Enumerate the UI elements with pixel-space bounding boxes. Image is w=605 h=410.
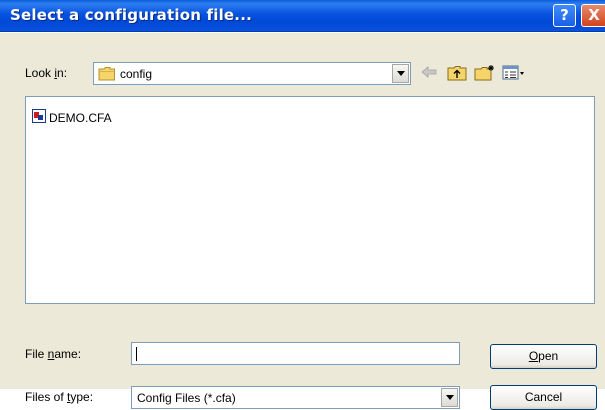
new-folder-icon[interactable] <box>474 64 496 85</box>
back-arrow-icon[interactable] <box>420 64 438 83</box>
file-list[interactable]: DEMO.CFA <box>25 96 595 304</box>
chevron-down-icon <box>396 71 405 76</box>
file-type-value: Config Files (*.cfa) <box>137 391 236 405</box>
list-item[interactable]: DEMO.CFA <box>32 109 112 126</box>
look-in-dropdown-arrow[interactable] <box>392 64 409 83</box>
look-in-dropdown[interactable]: config <box>93 62 411 85</box>
dialog-title: Select a configuration file... <box>10 6 252 24</box>
title-bar[interactable]: Select a configuration file... ? X <box>0 0 605 32</box>
view-menu-icon[interactable] <box>502 64 526 85</box>
select-config-dialog: Select a configuration file... ? X Look … <box>0 0 605 410</box>
close-button[interactable]: X <box>581 4 605 27</box>
up-folder-icon[interactable] <box>447 64 467 85</box>
dialog-body: Look in: config DEMO.CFA File name: File… <box>0 33 605 410</box>
file-name-input[interactable] <box>131 342 460 365</box>
cfa-file-icon <box>32 109 46 126</box>
folder-icon <box>98 66 116 84</box>
close-icon: X <box>588 6 600 24</box>
help-icon: ? <box>560 6 569 24</box>
look-in-value: config <box>120 67 153 81</box>
file-type-dropdown[interactable]: Config Files (*.cfa) <box>131 386 460 409</box>
file-name-label: File name: <box>25 347 82 361</box>
file-name: DEMO.CFA <box>49 110 112 125</box>
file-type-label: Files of type: <box>25 390 94 404</box>
text-caret <box>136 347 137 361</box>
look-in-label: Look in: <box>25 66 68 80</box>
chevron-down-icon <box>445 395 454 400</box>
open-button[interactable]: Open <box>490 344 597 369</box>
file-type-dropdown-arrow[interactable] <box>441 388 458 407</box>
help-button[interactable]: ? <box>553 4 576 27</box>
